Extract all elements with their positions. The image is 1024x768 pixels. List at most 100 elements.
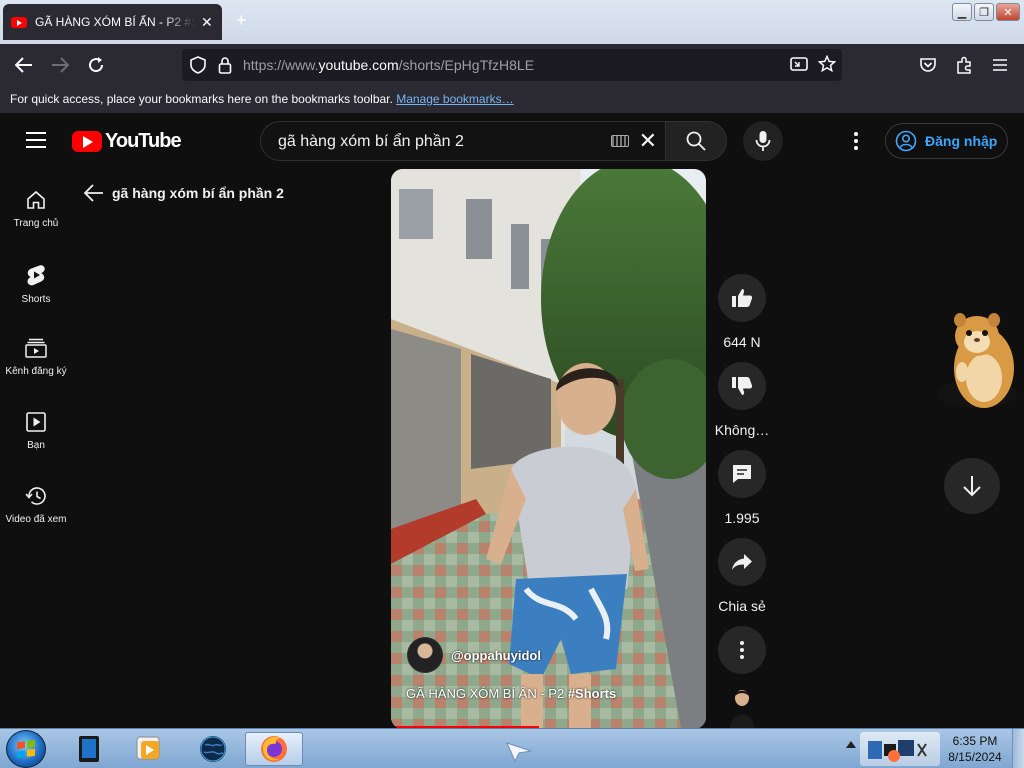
start-button[interactable] (6, 730, 46, 768)
clock-date: 8/15/2024 (948, 750, 1002, 764)
taskbar-media-player[interactable] (120, 732, 178, 766)
youtube-header: YouTube gã hàng xóm bí ẩn phần 2 ✕ Đăng … (0, 113, 1024, 169)
search-query-text: gã hàng xóm bí ẩn phần 2 (278, 133, 464, 150)
search-input[interactable]: gã hàng xóm bí ẩn phần 2 ✕ (260, 121, 666, 161)
guide-label: Bạn (27, 440, 45, 451)
dislike-label: Không… (714, 422, 770, 438)
sound-avatar-icon[interactable] (728, 688, 756, 728)
share-button[interactable] (718, 538, 766, 586)
youtube-logo[interactable]: YouTube (72, 130, 182, 153)
screen: GÃ HÀNG XÓM BÍ ẨN - P2 #Shorts ✕ + ▁ ❐ ✕ (0, 0, 1024, 768)
guide-item-you[interactable]: Bạn (0, 391, 72, 465)
shorts-icon (27, 265, 45, 286)
minimize-button[interactable]: ▁ (952, 3, 972, 21)
picture-in-picture-icon[interactable] (790, 55, 808, 78)
share-action: Chia sẻ (718, 538, 766, 614)
tray-expand-icon[interactable] (846, 741, 856, 748)
youtube-wordmark: YouTube (105, 130, 182, 152)
tracking-protection-shield-icon[interactable] (190, 56, 206, 79)
voice-search-button[interactable] (743, 121, 783, 161)
guide-menu-icon[interactable] (26, 132, 46, 148)
channel-handle[interactable]: @oppahuyidol (451, 648, 541, 663)
lock-icon[interactable] (218, 56, 232, 79)
settings-more-icon[interactable] (846, 130, 866, 152)
tray-app-icon[interactable] (866, 738, 936, 762)
shorts-hashtag-link[interactable]: #Shorts (568, 686, 616, 701)
keyboard-icon[interactable] (611, 135, 629, 147)
bookmarks-toolbar: For quick access, place your bookmarks h… (0, 86, 1024, 113)
taskbar-clock[interactable]: 6:35 PM 8/15/2024 (940, 733, 1010, 765)
like-button[interactable] (718, 274, 766, 322)
cursor-icon (506, 742, 532, 763)
extensions-icon[interactable] (953, 54, 975, 76)
pocket-icon[interactable] (917, 54, 939, 76)
guide-item-history[interactable]: Video đã xem (0, 465, 72, 539)
new-tab-button[interactable]: + (236, 10, 247, 31)
short-title[interactable]: GÃ HÀNG XÓM BÍ ẨN - P2 #Shorts (406, 686, 616, 701)
bookmarks-message: For quick access, place your bookmarks h… (10, 92, 393, 106)
manage-bookmarks-link[interactable]: Manage bookmarks… (396, 92, 513, 106)
comment-button[interactable] (718, 450, 766, 498)
search-back-row[interactable]: gã hàng xóm bí ẩn phần 2 (84, 184, 284, 202)
signin-label: Đăng nhập (925, 133, 998, 149)
channel-info[interactable]: @oppahuyidol (407, 637, 541, 673)
globe-icon (200, 736, 226, 762)
hamster-sticker-image (937, 313, 1017, 408)
url-text: https://www.youtube.com/shorts/EpHgTfzH8… (243, 57, 535, 73)
show-desktop-button[interactable] (1012, 729, 1024, 768)
next-video-button[interactable] (944, 458, 1000, 514)
subscriptions-icon (25, 338, 47, 358)
youtube-favicon-icon (11, 16, 27, 28)
reload-icon[interactable] (85, 54, 107, 76)
guide-item-subscriptions[interactable]: Kênh đăng ký (0, 317, 72, 391)
guide-label: Shorts (21, 294, 51, 305)
guide-label: Trang chủ (13, 218, 59, 229)
search-button[interactable] (666, 121, 727, 161)
browser-tabstrip: GÃ HÀNG XÓM BÍ ẨN - P2 #Shorts ✕ + ▁ ❐ ✕ (0, 0, 1024, 44)
firefox-icon (261, 736, 287, 762)
media-player-icon (136, 736, 160, 760)
dislike-action: Không… (714, 362, 770, 438)
share-icon (732, 554, 752, 570)
close-window-button[interactable]: ✕ (996, 3, 1020, 21)
taskbar-firefox[interactable] (245, 732, 303, 766)
dislike-button[interactable] (718, 362, 766, 410)
windows-taskbar: 6:35 PM 8/15/2024 (0, 728, 1024, 768)
more-vert-icon (740, 641, 744, 659)
back-arrow-icon[interactable] (84, 184, 104, 202)
history-icon (25, 487, 46, 505)
like-action: 644 N (718, 274, 766, 350)
comment-icon (733, 465, 751, 483)
more-options-button[interactable] (718, 626, 766, 674)
comment-action: 1.995 (718, 450, 766, 526)
taskbar-tablet-app[interactable] (60, 732, 118, 766)
clear-search-icon[interactable]: ✕ (639, 130, 657, 152)
youtube-play-logo-icon (72, 131, 102, 152)
address-bar[interactable]: https://www.youtube.com/shorts/EpHgTfzH8… (182, 49, 842, 81)
windows-logo-icon (17, 739, 35, 759)
signin-button[interactable]: Đăng nhập (885, 123, 1008, 159)
forward-icon[interactable] (49, 54, 71, 76)
guide-item-shorts[interactable]: Shorts (0, 243, 72, 317)
browser-tab-active[interactable]: GÃ HÀNG XÓM BÍ ẨN - P2 #Shorts ✕ (3, 4, 222, 40)
app-menu-icon[interactable] (989, 54, 1011, 76)
you-icon (26, 412, 46, 432)
guide-label: Kênh đăng ký (5, 366, 67, 377)
microphone-icon (755, 131, 771, 151)
tab-close-button[interactable]: ✕ (201, 14, 213, 31)
clock-time: 6:35 PM (952, 734, 998, 748)
bookmark-star-icon[interactable] (817, 54, 837, 78)
back-row-title: gã hàng xóm bí ẩn phần 2 (112, 185, 284, 201)
window-controls: ▁ ❐ ✕ (952, 3, 1020, 21)
system-tray (860, 732, 940, 766)
guide-item-home[interactable]: Trang chủ (0, 169, 72, 243)
browser-navbar: https://www.youtube.com/shorts/EpHgTfzH8… (0, 44, 1024, 86)
thumbs-up-icon (732, 289, 753, 307)
channel-avatar[interactable] (407, 637, 443, 673)
taskbar-globe-app[interactable] (184, 732, 242, 766)
thumbs-down-icon (732, 377, 753, 395)
shorts-video-player[interactable]: @oppahuyidol GÃ HÀNG XÓM BÍ ẨN - P2 #Sho… (391, 169, 706, 729)
restore-button[interactable]: ❐ (974, 3, 994, 21)
back-icon[interactable] (13, 54, 35, 76)
comment-count: 1.995 (724, 510, 760, 526)
